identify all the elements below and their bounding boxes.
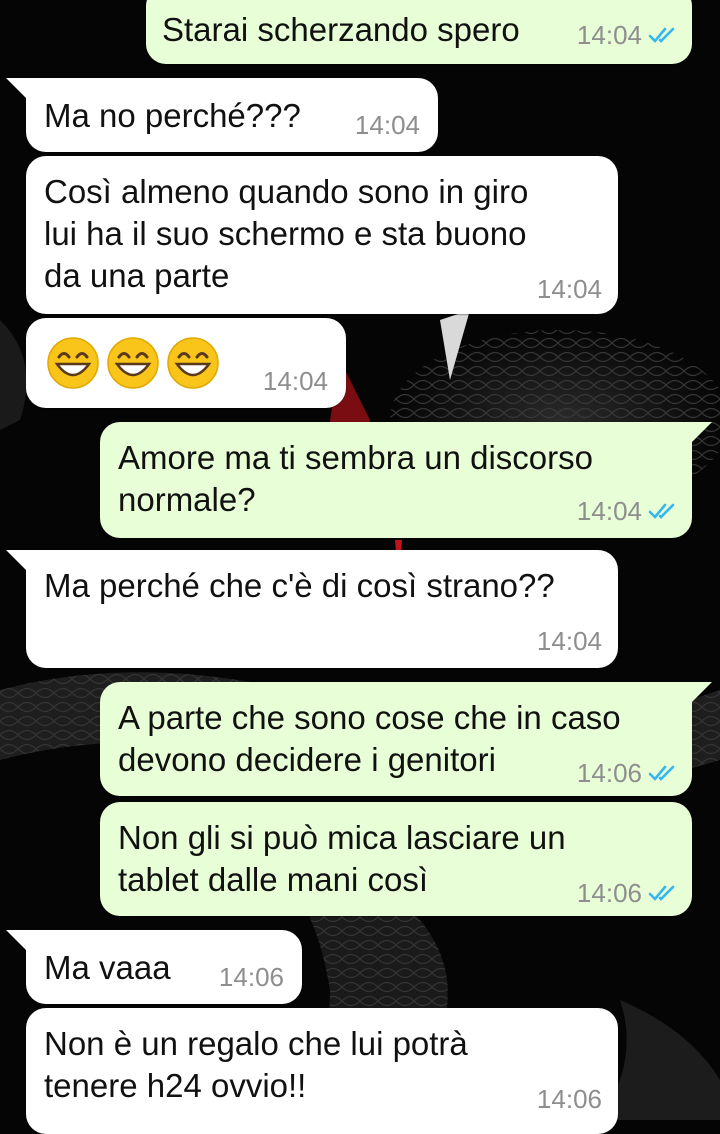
message-bubble-incoming[interactable]: Ma perché che c'è di così strano?? 14:04: [6, 550, 618, 668]
message-text-line: devono decidere i genitori: [118, 741, 496, 778]
message-timestamp: 14:06: [576, 878, 642, 908]
message-timestamp: 14:04: [536, 274, 602, 304]
bubble-tail: [6, 550, 28, 572]
grinning-face-with-smiling-eyes-icon: [47, 337, 99, 389]
message-text-line: da una parte: [44, 257, 230, 294]
message-text-line: tenere h24 ovvio!!: [44, 1067, 307, 1104]
message-text: Ma vaaa: [44, 949, 171, 986]
message-text: Starai scherzando spero: [162, 11, 520, 48]
message-bubble-incoming[interactable]: Ma no perché??? 14:04: [6, 78, 438, 152]
message-timestamp: 14:06: [536, 1084, 602, 1114]
grinning-face-with-smiling-eyes-icon: [167, 337, 219, 389]
bubble-tail: [6, 930, 28, 952]
message-bubble-outgoing[interactable]: Starai scherzando spero 14:04: [146, 0, 692, 64]
message-text-line: tablet dalle mani così: [118, 861, 429, 898]
message-bubble-incoming[interactable]: Così almeno quando sono in giro lui ha i…: [26, 156, 618, 314]
message-timestamp: 14:06: [576, 758, 642, 788]
message-bubble-outgoing[interactable]: A parte che sono cose che in caso devono…: [100, 682, 712, 796]
grinning-face-with-smiling-eyes-icon: [107, 337, 159, 389]
message-text: Ma perché che c'è di così strano??: [44, 567, 555, 604]
read-receipt-icon: [648, 20, 678, 51]
message-bubble-incoming[interactable]: 14:04: [26, 318, 346, 408]
message-timestamp: 14:06: [218, 962, 284, 992]
conversation: Starai scherzando spero 14:04 Ma no perc…: [0, 0, 720, 1134]
read-receipt-icon: [648, 496, 678, 527]
message-text: Ma no perché???: [44, 97, 301, 134]
message-bubble-incoming[interactable]: Ma vaaa 14:06: [6, 930, 302, 1004]
message-text-line: Così almeno quando sono in giro: [44, 173, 529, 210]
bubble-tail: [690, 422, 712, 444]
message-text-line: normale?: [118, 481, 256, 518]
message-timestamp: 14:04: [576, 496, 642, 526]
message-text-line: Amore ma ti sembra un discorso: [118, 439, 594, 476]
message-text-line: Non gli si può mica lasciare un: [118, 819, 566, 856]
message-timestamp: 14:04: [536, 626, 602, 656]
message-bubble-incoming[interactable]: Non è un regalo che lui potrà tenere h24…: [26, 1008, 618, 1134]
bubble-tail: [6, 78, 28, 100]
message-bubble-outgoing[interactable]: Non gli si può mica lasciare un tablet d…: [100, 802, 692, 916]
read-receipt-icon: [648, 878, 678, 909]
message-bubble-outgoing[interactable]: Amore ma ti sembra un discorso normale? …: [100, 422, 712, 538]
message-timestamp: 14:04: [576, 20, 642, 50]
message-text-line: Non è un regalo che lui potrà: [44, 1025, 468, 1062]
bubble-tail: [690, 682, 712, 704]
read-receipt-icon: [648, 758, 678, 789]
emoji-row: [46, 336, 226, 390]
message-text-line: A parte che sono cose che in caso: [118, 699, 621, 736]
message-timestamp: 14:04: [262, 366, 328, 396]
message-timestamp: 14:04: [354, 110, 420, 140]
message-text-line: lui ha il suo schermo e sta buono: [44, 215, 527, 252]
